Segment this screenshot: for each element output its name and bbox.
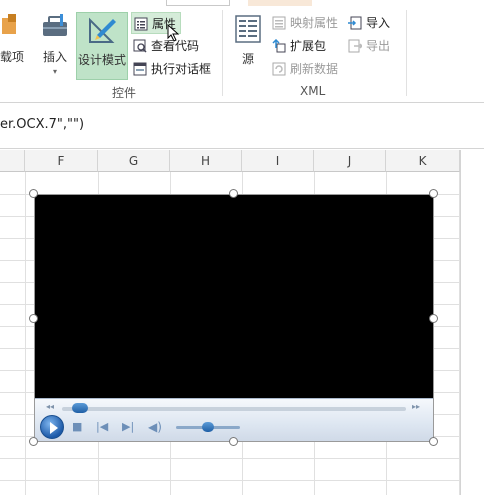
expansion-pack-button[interactable]: 扩展包 <box>270 35 326 57</box>
volume-icon[interactable]: ◀) <box>148 421 162 433</box>
xml-source-icon <box>235 15 261 43</box>
column-header-f[interactable]: F <box>25 150 98 172</box>
run-dialog-label: 执行对话框 <box>151 62 212 76</box>
export-icon <box>348 39 362 53</box>
resize-handle-left[interactable] <box>29 314 38 323</box>
grid-line <box>25 172 26 495</box>
resize-handle-top-right[interactable] <box>429 189 438 198</box>
refresh-data-button[interactable]: 刷新数据 <box>270 58 338 80</box>
run-dialog-button[interactable]: 执行对话框 <box>131 58 211 80</box>
insert-control-button[interactable]: 插入 ▾ <box>36 10 74 80</box>
xml-group-label: XML <box>300 84 326 98</box>
resize-handle-bottom-right[interactable] <box>429 437 438 446</box>
seek-end-icon: ▸▸ <box>412 402 421 411</box>
view-code-icon <box>133 39 147 53</box>
import-button[interactable]: 导入 <box>346 12 390 34</box>
export-button[interactable]: 导出 <box>346 35 390 57</box>
column-header-i[interactable]: I <box>242 150 314 172</box>
controls-group-label: 控件 <box>112 86 137 100</box>
ribbon: 载项 插入 ▾ 设计模式 属性 查看代码 执行对话框 控件 源 映射属性 扩展包… <box>0 0 484 103</box>
addins-label: 载项 <box>0 50 25 64</box>
seek-start-icon: ◂◂ <box>46 402 55 411</box>
next-icon[interactable]: ▶| <box>122 421 134 433</box>
resize-handle-bottom[interactable] <box>229 437 238 446</box>
tab-developer[interactable] <box>166 0 230 6</box>
expansion-pack-icon <box>272 39 286 53</box>
column-header-k[interactable]: K <box>386 150 460 172</box>
chevron-down-icon: ▾ <box>52 67 57 76</box>
resize-handle-top-left[interactable] <box>29 189 38 198</box>
view-code-button[interactable]: 查看代码 <box>131 35 199 57</box>
xml-source-label: 源 <box>241 52 254 66</box>
stop-icon[interactable]: ■ <box>72 421 82 433</box>
media-player-control[interactable]: ◂◂ ▸▸ ■ |◀ ▶| ◀) <box>34 194 434 442</box>
properties-icon <box>134 17 148 31</box>
resize-handle-right[interactable] <box>429 314 438 323</box>
group-divider <box>406 10 407 96</box>
previous-icon[interactable]: |◀ <box>96 421 108 433</box>
expansion-pack-label: 扩展包 <box>290 39 327 53</box>
xml-source-button[interactable]: 源 <box>232 14 264 67</box>
refresh-data-icon <box>272 62 286 76</box>
seek-bar[interactable] <box>62 407 406 411</box>
group-divider <box>222 10 223 96</box>
right-edge-panel <box>460 150 484 495</box>
grid-line <box>0 458 460 459</box>
view-code-label: 查看代码 <box>151 39 200 53</box>
design-mode-button[interactable]: 设计模式 <box>76 12 128 80</box>
design-mode-label: 设计模式 <box>77 53 126 67</box>
design-mode-icon <box>89 17 116 43</box>
grid-line <box>0 480 460 481</box>
column-header-g[interactable]: G <box>98 150 170 172</box>
formula-text[interactable]: er.OCX.7","") <box>0 117 84 132</box>
volume-thumb[interactable] <box>202 422 214 432</box>
play-button[interactable] <box>40 415 64 439</box>
addins-button[interactable]: 载项 <box>0 12 24 64</box>
video-area[interactable] <box>34 194 434 398</box>
refresh-data-label: 刷新数据 <box>290 62 339 76</box>
toolbox-icon <box>43 14 67 36</box>
seek-thumb[interactable] <box>72 403 89 413</box>
column-header-j[interactable]: J <box>314 150 386 172</box>
import-icon <box>348 16 362 30</box>
addins-icon <box>2 14 16 34</box>
run-dialog-icon <box>133 62 147 76</box>
column-header-partial[interactable] <box>0 150 25 172</box>
resize-handle-top[interactable] <box>229 189 238 198</box>
map-properties-icon <box>272 16 286 30</box>
tab-context[interactable] <box>248 0 312 6</box>
map-properties-button[interactable]: 映射属性 <box>270 12 338 34</box>
insert-label: 插入 <box>42 50 67 64</box>
resize-handle-bottom-left[interactable] <box>29 437 38 446</box>
export-label: 导出 <box>366 39 391 53</box>
player-controls: ◂◂ ▸▸ ■ |◀ ▶| ◀) <box>34 398 434 442</box>
column-header-h[interactable]: H <box>170 150 242 172</box>
formula-bar[interactable]: er.OCX.7","") <box>0 103 484 149</box>
map-properties-label: 映射属性 <box>290 16 339 30</box>
import-label: 导入 <box>366 16 391 30</box>
ribbon-tabstrip <box>0 0 484 8</box>
